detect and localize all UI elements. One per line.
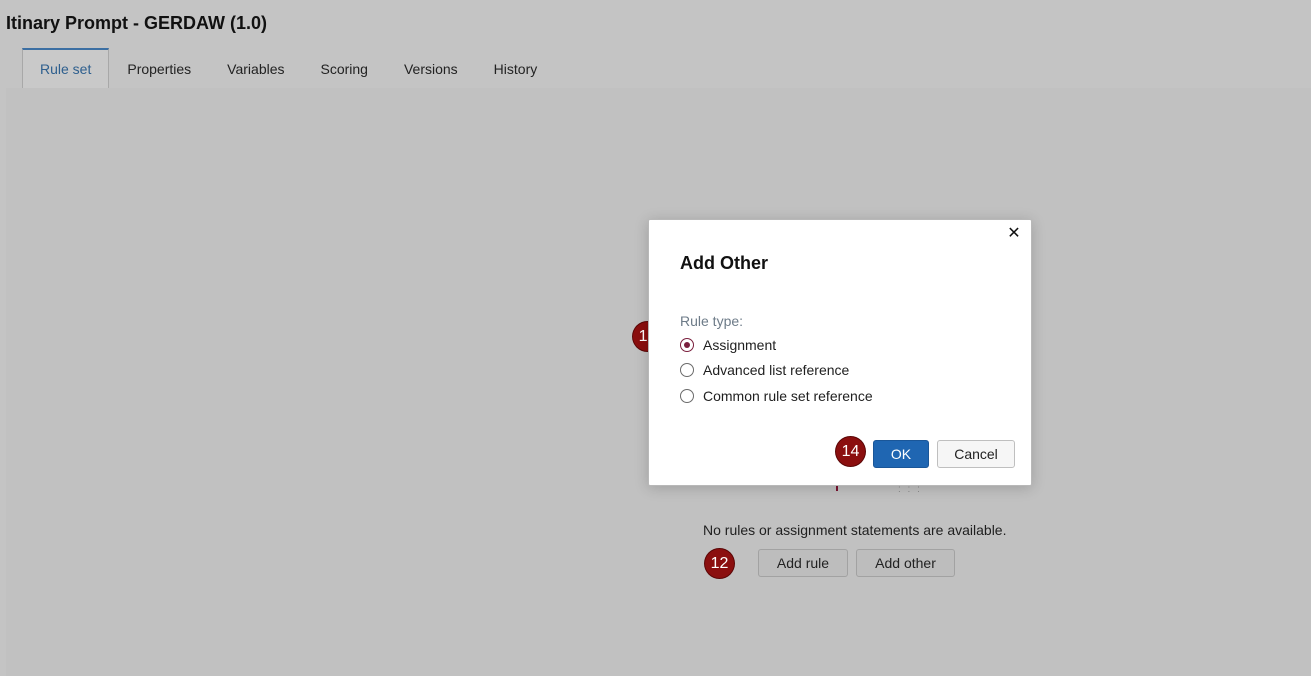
tab-bar: Rule set Properties Variables Scoring Ve… (22, 48, 555, 88)
tab-history[interactable]: History (476, 48, 556, 88)
add-rule-button[interactable]: Add rule (758, 549, 848, 577)
tab-versions[interactable]: Versions (386, 48, 476, 88)
radio-option-common-rule-set-reference[interactable]: Common rule set reference (680, 388, 873, 404)
tab-rule-set[interactable]: Rule set (22, 48, 110, 88)
page-title: Itinary Prompt - GERDAW (1.0) (6, 13, 268, 33)
dialog-title: Add Other (680, 253, 768, 273)
rule-type-label: Rule type: (680, 313, 744, 329)
tab-variables[interactable]: Variables (209, 48, 302, 88)
cancel-button[interactable]: Cancel (937, 440, 1015, 468)
radio-button[interactable] (680, 389, 694, 403)
radio-button[interactable] (680, 363, 694, 377)
radio-label: Assignment (703, 337, 777, 353)
radio-option-assignment[interactable]: Assignment (680, 337, 776, 353)
add-other-button[interactable]: Add other (856, 549, 955, 577)
radio-label: Common rule set reference (703, 388, 873, 404)
tab-properties[interactable]: Properties (109, 48, 209, 88)
tab-scoring[interactable]: Scoring (303, 48, 386, 88)
empty-state-message: No rules or assignment statements are av… (703, 522, 1007, 538)
radio-label: Advanced list reference (703, 362, 850, 378)
callout-badge-12: 12 (705, 549, 734, 578)
callout-badge-14: 14 (836, 437, 865, 466)
radio-button[interactable] (680, 338, 694, 352)
radio-option-advanced-list-reference[interactable]: Advanced list reference (680, 362, 849, 378)
close-icon[interactable]: ✕ (1007, 226, 1021, 242)
ok-button[interactable]: OK (873, 440, 929, 468)
